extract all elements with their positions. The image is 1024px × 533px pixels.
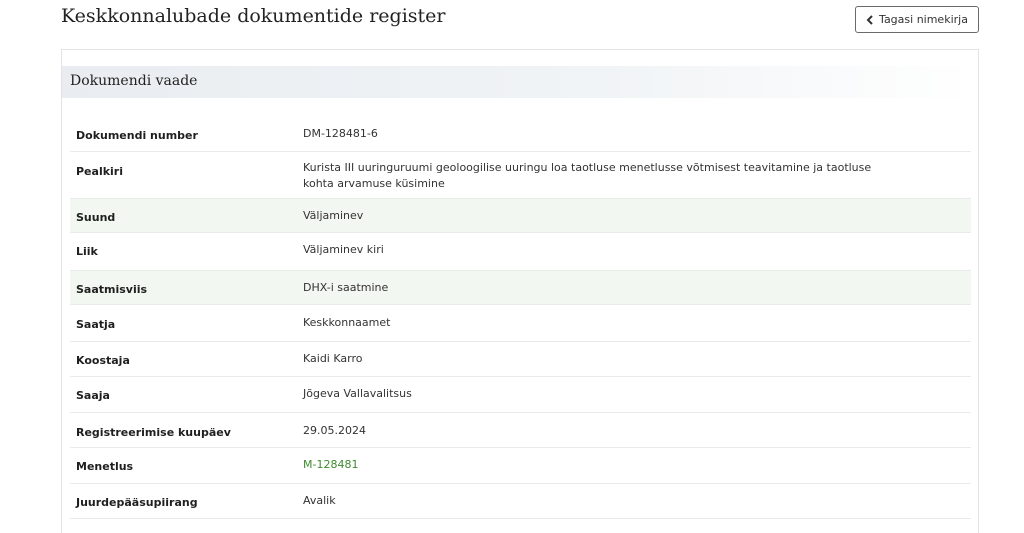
table-row: Liik Väljaminev kiri <box>70 233 971 271</box>
row-value: Väljaminev kiri <box>303 243 384 256</box>
row-label: Saatja <box>76 318 116 331</box>
row-label: Pealkiri <box>76 165 123 178</box>
row-value: Kurista III uuringuruumi geoloogilise uu… <box>303 161 872 190</box>
panel-header: Dokumendi vaade <box>62 66 978 98</box>
table-row: Registreerimise kuupäev 29.05.2024 <box>70 413 971 448</box>
row-value: 29.05.2024 <box>303 424 366 437</box>
back-button-label: Tagasi nimekirja <box>879 13 968 26</box>
document-panel: Dokumendi vaade Dokumendi number DM-12848… <box>61 49 979 533</box>
row-value: Väljaminev <box>303 209 364 222</box>
row-label: Juurdepääsupiirang <box>76 496 198 509</box>
row-label: Registreerimise kuupäev <box>76 426 231 439</box>
row-value: DM-128481-6 <box>303 127 378 140</box>
panel-title: Dokumendi vaade <box>70 73 198 89</box>
row-value: Kaidi Karro <box>303 352 363 365</box>
row-label: Suund <box>76 211 116 224</box>
row-label: Saaja <box>76 389 110 402</box>
table-row: Dokumendi number DM-128481-6 <box>70 118 971 152</box>
back-to-list-button[interactable]: Tagasi nimekirja <box>855 6 979 33</box>
table-row: Koostaja Kaidi Karro <box>70 342 971 377</box>
row-label: Saatmisviis <box>76 283 148 296</box>
document-view-page: Keskkonnalubade dokumentide register Tag… <box>0 0 1024 533</box>
row-label: Menetlus <box>76 460 134 473</box>
row-value: Keskkonnaamet <box>303 316 391 329</box>
chevron-left-icon <box>866 14 873 25</box>
table-row: Saaja Jõgeva Vallavalitsus <box>70 377 971 413</box>
page-title: Keskkonnalubade dokumentide register <box>61 5 446 27</box>
document-details-table: Dokumendi number DM-128481-6 Pealkiri Kuris… <box>70 118 971 519</box>
row-value: Avalik <box>303 494 336 507</box>
row-value: Jõgeva Vallavalitsus <box>303 387 412 400</box>
row-label: Koostaja <box>76 354 130 367</box>
table-row: Menetlus M-128481 <box>70 448 971 484</box>
table-row: Saatmisviis DHX-i saatmine <box>70 271 971 305</box>
table-row: Suund Väljaminev <box>70 199 971 233</box>
procedure-link[interactable]: M-128481 <box>303 458 358 471</box>
row-value: DHX-i saatmine <box>303 281 389 294</box>
table-row: Pealkiri Kurista III uuringuruumi geoloog… <box>70 152 971 199</box>
row-label: Liik <box>76 245 98 258</box>
row-label: Dokumendi number <box>76 129 198 142</box>
table-row: Saatja Keskkonnaamet <box>70 305 971 342</box>
table-row: Juurdepääsupiirang Avalik <box>70 484 971 519</box>
row-value: M-128481 <box>303 457 903 473</box>
